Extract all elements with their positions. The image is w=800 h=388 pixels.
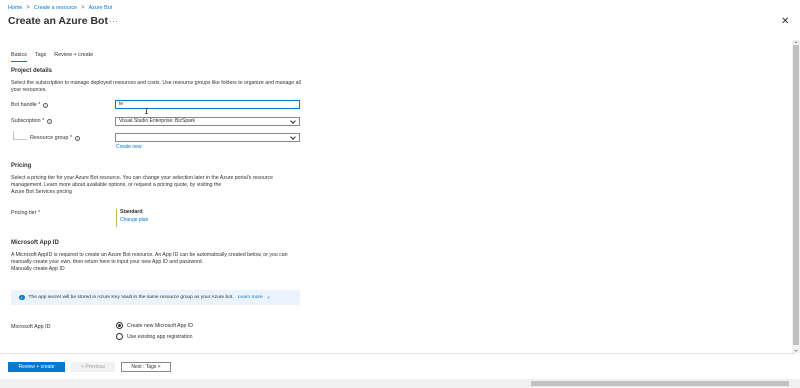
info-icon[interactable]: i (43, 102, 49, 108)
app-id-field-label: Microsoft App ID (11, 324, 51, 330)
chevron-right-icon: > (26, 5, 30, 11)
chevron-right-icon: > (81, 5, 85, 11)
vertical-scroll-thumb[interactable] (793, 45, 799, 345)
radio-use-existing-label: Use existing app registration (127, 333, 193, 340)
pricing-tier-box: Standard Change plan (116, 209, 148, 227)
footer-divider (0, 353, 795, 354)
subscription-label-text: Subscription * (11, 118, 45, 124)
info-icon: i (19, 294, 25, 301)
subscription-select[interactable]: Visual Studio Enterprise: BizSpark (115, 117, 300, 126)
review-create-button[interactable]: Review + create (8, 362, 65, 372)
breadcrumb: Home > Create a resource > Azure Bot (8, 5, 112, 11)
breadcrumb-home[interactable]: Home (8, 5, 22, 11)
scroll-down-icon[interactable] (794, 350, 798, 352)
app-id-heading: Microsoft App ID (11, 240, 59, 246)
breadcrumb-azure-bot[interactable]: Azure Bot (89, 5, 113, 11)
change-plan-link[interactable]: Change plan (120, 217, 148, 223)
close-icon[interactable]: ✕ (781, 16, 789, 27)
tab-tags[interactable]: Tags (35, 52, 46, 62)
breadcrumb-create-resource[interactable]: Create a resource (34, 5, 77, 11)
chevron-down-icon (290, 133, 296, 140)
project-details-description: Select the subscription to manage deploy… (11, 80, 301, 93)
learn-more-link[interactable]: Learn more (238, 295, 263, 300)
pricing-tier-label: Pricing tier * (11, 210, 41, 216)
external-link-icon: ↗ (266, 295, 271, 300)
tree-connector (13, 131, 27, 140)
tab-basics[interactable]: Basics (11, 52, 27, 62)
tab-review-create[interactable]: Review + create (54, 52, 93, 62)
radio-button[interactable] (116, 322, 123, 329)
subscription-label: Subscription * i (11, 118, 53, 124)
horizontal-scroll-thumb[interactable] (531, 381, 789, 386)
info-icon[interactable]: i (47, 118, 53, 124)
pricing-link[interactable]: Azure Bot Services pricing (11, 189, 72, 196)
radio-create-new[interactable]: Create new Microsoft App ID (116, 322, 193, 329)
more-options-icon[interactable]: ··· (109, 17, 119, 26)
key-vault-info-banner: i The app secret will be stored in Azure… (11, 290, 300, 305)
bot-handle-label: Bot handle * i (11, 102, 49, 108)
page-title: Create an Azure Bot (8, 15, 108, 27)
text-cursor-icon: I (144, 107, 149, 116)
bot-handle-label-text: Bot handle * (11, 102, 41, 108)
next-tags-button[interactable]: Next : Tags > (121, 362, 171, 372)
radio-use-existing[interactable]: Use existing app registration (116, 333, 192, 340)
project-details-heading: Project details (11, 68, 53, 74)
previous-button[interactable]: < Previous (71, 362, 115, 372)
tab-bar: Basics Tags Review + create (11, 52, 93, 62)
horizontal-scrollbar[interactable] (0, 379, 800, 388)
radio-button[interactable] (116, 333, 123, 340)
app-id-description: A Microsoft AppID is required to create … (11, 252, 288, 265)
resource-group-select[interactable] (115, 133, 300, 142)
chevron-down-icon (290, 117, 296, 124)
scroll-up-icon[interactable] (794, 41, 798, 43)
resource-group-label-text: Resource group * (30, 135, 72, 141)
create-new-link[interactable]: Create new (116, 144, 142, 150)
resource-group-label: Resource group * i (30, 135, 80, 141)
pricing-tier-value: Standard (120, 209, 143, 215)
info-icon[interactable]: i (74, 135, 80, 141)
subscription-value: Visual Studio Enterprise: BizSpark (119, 118, 196, 124)
radio-create-new-label: Create new Microsoft App ID (127, 322, 194, 329)
info-banner-text: The app secret will be stored in Azure K… (28, 295, 234, 300)
pricing-heading: Pricing (11, 163, 32, 169)
manual-app-id-link[interactable]: Manually create App ID (11, 266, 65, 273)
vertical-scrollbar[interactable] (792, 40, 800, 353)
bot-handle-input[interactable]: te (115, 100, 300, 109)
pricing-description: Select a pricing tier for your Azure Bot… (11, 175, 273, 188)
